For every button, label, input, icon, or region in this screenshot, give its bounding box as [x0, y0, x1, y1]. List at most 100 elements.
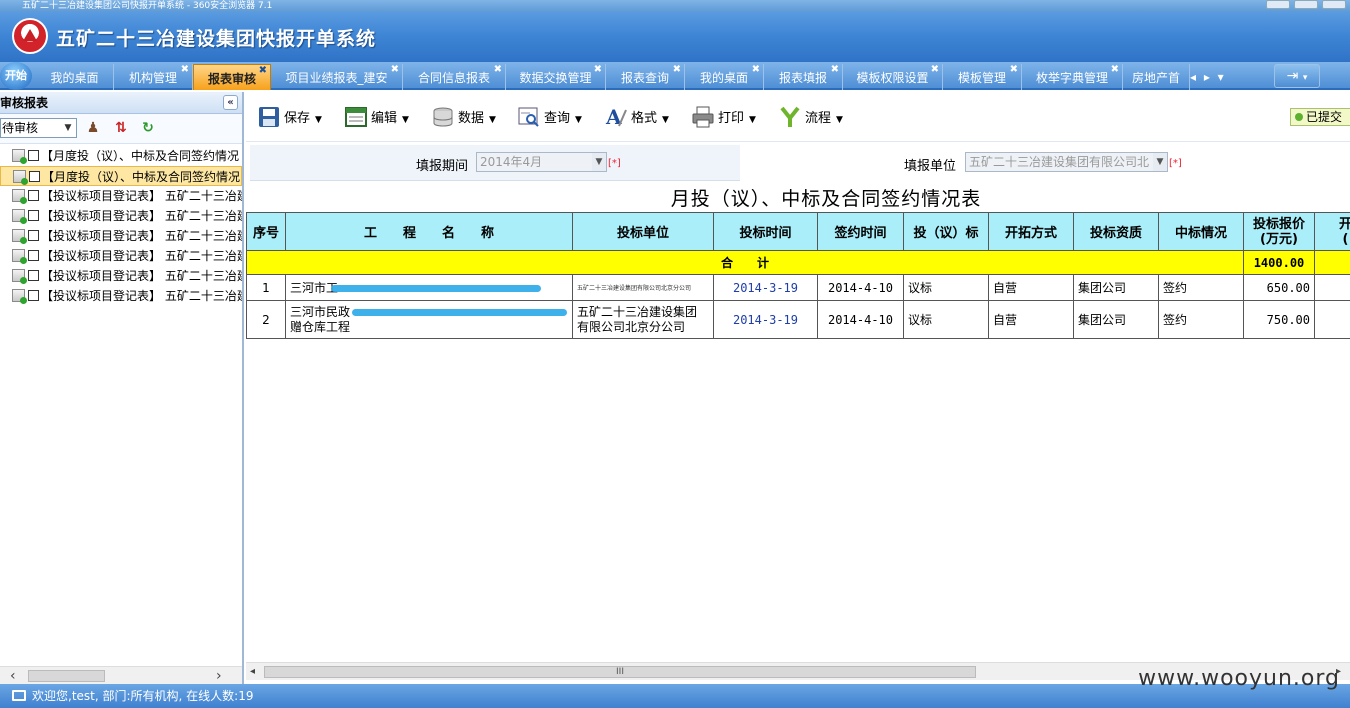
bid-type-cell[interactable]: 议标 — [903, 274, 989, 301]
tree-item-label: 【月度投（议）、中标及合同签约情况 — [41, 149, 240, 163]
tab-scroll-arrows[interactable]: ◂ ▸ ▾ — [1190, 64, 1226, 90]
minimize-button[interactable] — [1266, 0, 1290, 9]
tree-item[interactable]: 【投议标项目登记表】 五矿二十三冶建 — [0, 226, 242, 246]
print-button[interactable]: 打印 ▼ — [692, 106, 756, 128]
chevron-down-icon: ▼ — [315, 115, 322, 125]
checkbox[interactable] — [28, 230, 39, 241]
scroll-right-icon[interactable]: › — [216, 667, 222, 685]
checkbox[interactable] — [28, 250, 39, 261]
method-cell[interactable]: 自营 — [988, 300, 1074, 339]
sign-date-cell[interactable]: 2014-4-10 — [817, 300, 904, 339]
printer-icon — [692, 106, 714, 128]
user-icon[interactable]: ♟ — [85, 120, 101, 136]
tab-report-query[interactable]: 报表查询 ✖ — [606, 64, 685, 90]
period-select[interactable]: 2014年4月 ▼ — [476, 152, 607, 172]
tab-label: 报表填报 — [778, 71, 827, 85]
scroll-left-icon[interactable]: ‹ — [10, 667, 16, 685]
bid-unit-cell[interactable]: 五矿二十三冶建设集团有限公司北京分公司 — [572, 300, 714, 339]
tree-item-label: 【月度投（议）、中标及合同签约情况 — [42, 170, 241, 184]
sort-icon[interactable]: ⇅ — [113, 120, 129, 136]
qualification-cell[interactable]: 集团公司 — [1073, 300, 1159, 339]
tab-contract-report[interactable]: 合同信息报表 ✖ — [403, 64, 506, 90]
table-cell — [1314, 250, 1350, 275]
close-icon[interactable]: ✖ — [494, 64, 502, 76]
scrollbar-thumb[interactable]: III — [264, 666, 976, 678]
tree-item-selected[interactable]: 【月度投（议）、中标及合同签约情况 — [0, 166, 242, 186]
bid-unit-cell[interactable]: 五矿二十三冶建设集团有限公司北京分公司 — [572, 274, 714, 301]
tab-project-report[interactable]: 项目业绩报表_建安 ✖ — [271, 64, 403, 90]
tab-report-review[interactable]: 报表审核 ✖ — [193, 64, 271, 90]
tab-enum-dictionary[interactable]: 枚举字典管理 ✖ — [1022, 64, 1123, 90]
bid-date-cell[interactable]: 2014-3-19 — [713, 300, 818, 339]
tab-report-fill[interactable]: 报表填报 ✖ — [764, 64, 843, 90]
method-cell[interactable]: 自营 — [988, 274, 1074, 301]
sign-date-cell[interactable]: 2014-4-10 — [817, 274, 904, 301]
close-icon[interactable]: ✖ — [1111, 64, 1119, 76]
close-icon[interactable]: ✖ — [181, 64, 189, 76]
close-icon[interactable]: ✖ — [1010, 64, 1018, 76]
format-button[interactable]: A 格式 ▼ — [605, 105, 669, 129]
tab-data-exchange[interactable]: 数据交换管理 ✖ — [506, 64, 606, 90]
maximize-button[interactable] — [1294, 0, 1318, 9]
bid-date-cell[interactable]: 2014-3-19 — [713, 274, 818, 301]
tree-item[interactable]: 【投议标项目登记表】 五矿二十三冶建 — [0, 206, 242, 226]
edit-button[interactable]: 编辑 ▼ — [345, 106, 409, 128]
close-icon[interactable]: ✖ — [594, 64, 602, 76]
project-name-cell[interactable]: 三河市民政 赠仓库工程 — [285, 300, 573, 339]
checkbox[interactable] — [28, 190, 39, 201]
logout-button[interactable]: ⇥ ▾ — [1274, 64, 1320, 88]
price-cell[interactable]: 750.00 — [1243, 300, 1315, 339]
close-window-button[interactable] — [1322, 0, 1346, 9]
save-button[interactable]: 保存 ▼ — [258, 106, 322, 128]
total-row: 合 计 1400.00 — [246, 250, 1350, 275]
tree-item[interactable]: 【月度投（议）、中标及合同签约情况 — [0, 146, 242, 166]
data-button[interactable]: 数据 ▼ — [432, 106, 496, 128]
scroll-left-icon[interactable]: ◂ — [250, 663, 255, 681]
sidebar-horizontal-scrollbar[interactable]: ‹ › — [0, 666, 242, 684]
tree-item[interactable]: 【投议标项目登记表】 五矿二十三冶建 — [0, 186, 242, 206]
status-filter-select[interactable]: 待审核 ▼ — [0, 118, 77, 138]
close-icon[interactable]: ✖ — [931, 64, 939, 76]
checkbox[interactable] — [28, 290, 39, 301]
tab-real-estate[interactable]: 房地产首 — [1123, 64, 1190, 90]
table-cell[interactable] — [1314, 274, 1350, 301]
close-icon[interactable]: ✖ — [831, 64, 839, 76]
refresh-icon[interactable]: ↻ — [140, 120, 156, 136]
tab-my-desktop-2[interactable]: 我的桌面 ✖ — [685, 64, 764, 90]
tab-template-permissions[interactable]: 模板权限设置 ✖ — [843, 64, 943, 90]
collapse-sidebar-button[interactable]: « — [223, 95, 238, 110]
tab-template-management[interactable]: 模板管理 ✖ — [943, 64, 1022, 90]
report-filter-row: 填报期间 2014年4月 ▼ [*] 填报单位 五矿二十三冶建设集团有限公司北 … — [250, 145, 1350, 181]
close-icon[interactable]: ✖ — [259, 65, 267, 77]
close-icon[interactable]: ✖ — [752, 64, 760, 76]
unit-select[interactable]: 五矿二十三冶建设集团有限公司北 ▼ — [965, 152, 1168, 172]
workflow-button[interactable]: 流程 ▼ — [779, 106, 843, 128]
project-name-cell[interactable]: 三河市工 — [285, 274, 573, 301]
query-button[interactable]: 查询 ▼ — [518, 106, 582, 128]
price-cell[interactable]: 650.00 — [1243, 274, 1315, 301]
close-icon[interactable]: ✖ — [391, 64, 399, 76]
result-cell[interactable]: 签约 — [1158, 300, 1244, 339]
table-row[interactable]: 2 三河市民政 赠仓库工程 五矿二十三冶建设集团 有限公司北京分公司 2014-3-… — [246, 300, 1350, 339]
submitted-status-badge: 已提交 — [1290, 108, 1350, 126]
checkbox[interactable] — [29, 171, 40, 182]
tree-item[interactable]: 【投议标项目登记表】 五矿二十三冶建 — [0, 266, 242, 286]
table-row[interactable]: 1 三河市工 五矿二十三冶建设集团有限公司北京分公司 2014-3-19 201… — [246, 274, 1350, 301]
report-icon — [12, 189, 27, 204]
start-button[interactable]: 开始 — [0, 62, 32, 90]
tree-item[interactable]: 【投议标项目登记表】 五矿二十三冶建 — [0, 286, 242, 306]
result-cell[interactable]: 签约 — [1158, 274, 1244, 301]
query-label: 查询 — [544, 111, 571, 126]
monitor-icon — [12, 690, 26, 701]
checkbox[interactable] — [28, 150, 39, 161]
checkbox[interactable] — [28, 270, 39, 281]
checkbox[interactable] — [28, 210, 39, 221]
close-icon[interactable]: ✖ — [673, 64, 681, 76]
bid-type-cell[interactable]: 议标 — [903, 300, 989, 339]
tab-org-management[interactable]: 机构管理 ✖ — [114, 64, 193, 90]
tree-item[interactable]: 【投议标项目登记表】 五矿二十三冶建 — [0, 246, 242, 266]
qualification-cell[interactable]: 集团公司 — [1073, 274, 1159, 301]
scrollbar-thumb[interactable] — [28, 670, 105, 682]
tab-my-desktop[interactable]: 我的桌面 — [36, 64, 114, 90]
table-cell[interactable] — [1314, 300, 1350, 339]
